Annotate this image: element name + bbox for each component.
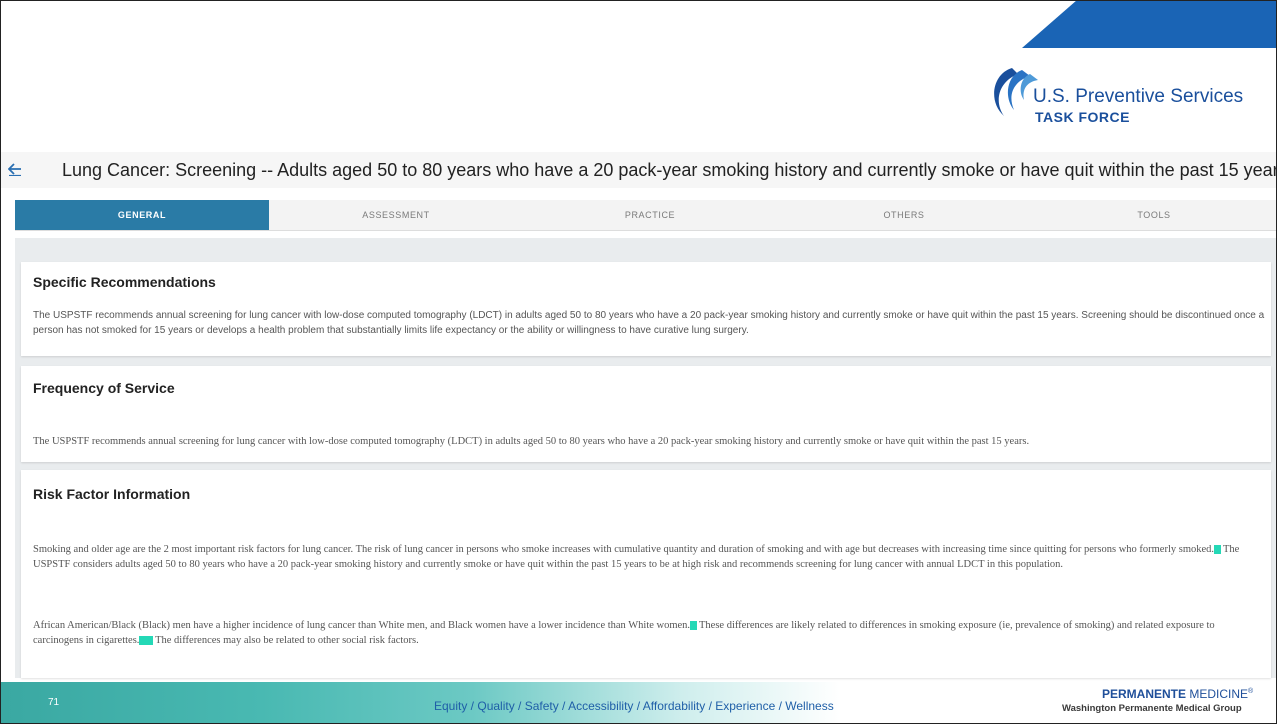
tab-general[interactable]: GENERAL [15, 200, 269, 230]
paragraph-text: African American/Black (Black) men have … [33, 620, 691, 631]
tab-practice[interactable]: PRACTICE [523, 200, 777, 230]
brand-bold: PERMANENTE [1102, 687, 1187, 701]
paragraph-text: Smoking and older age are the 2 most imp… [33, 544, 1215, 555]
permanente-medicine-logo: PERMANENTE MEDICINE® [1102, 687, 1253, 701]
reference-link[interactable]: 7,8 [139, 636, 153, 645]
risk-paragraph-2: African American/Black (Black) men have … [33, 618, 1265, 648]
card-frequency-of-service: Frequency of Service The USPSTF recommen… [21, 366, 1271, 462]
section-heading: Specific Recommendations [33, 274, 216, 290]
card-risk-factor-information: Risk Factor Information Smoking and olde… [21, 470, 1271, 678]
logo-subtitle: TASK FORCE [1035, 109, 1130, 125]
logo-title: U.S. Preventive Services [1033, 86, 1244, 107]
section-text: The USPSTF recommends annual screening f… [33, 436, 1030, 447]
tab-assessment[interactable]: ASSESSMENT [269, 200, 523, 230]
paragraph-text: The differences may also be related to o… [152, 635, 419, 646]
section-heading: Frequency of Service [33, 380, 175, 396]
footer-tagline: Equity / Quality / Safety / Accessibilit… [434, 699, 834, 713]
slide: U.S. Preventive Services TASK FORCE Lung… [0, 0, 1277, 724]
corner-accent [1022, 0, 1277, 48]
tab-others[interactable]: OTHERS [777, 200, 1031, 230]
risk-paragraph-1: Smoking and older age are the 2 most imp… [33, 542, 1265, 572]
section-text: The USPSTF recommends annual screening f… [33, 310, 1265, 336]
page-title: Lung Cancer: Screening -- Adults aged 50… [62, 160, 1277, 180]
back-arrow-icon[interactable] [7, 158, 22, 182]
tab-tools[interactable]: TOOLS [1031, 200, 1277, 230]
card-specific-recommendations: Specific Recommendations The USPSTF reco… [21, 262, 1271, 356]
section-heading: Risk Factor Information [33, 486, 191, 502]
brand-light: MEDICINE [1186, 687, 1249, 701]
page-number: 71 [48, 697, 60, 708]
tab-bar: GENERAL ASSESSMENT PRACTICE OTHERS TOOLS [15, 200, 1277, 231]
medical-group-name: Washington Permanente Medical Group [1062, 703, 1242, 714]
brand-mark: ® [1248, 688, 1254, 695]
